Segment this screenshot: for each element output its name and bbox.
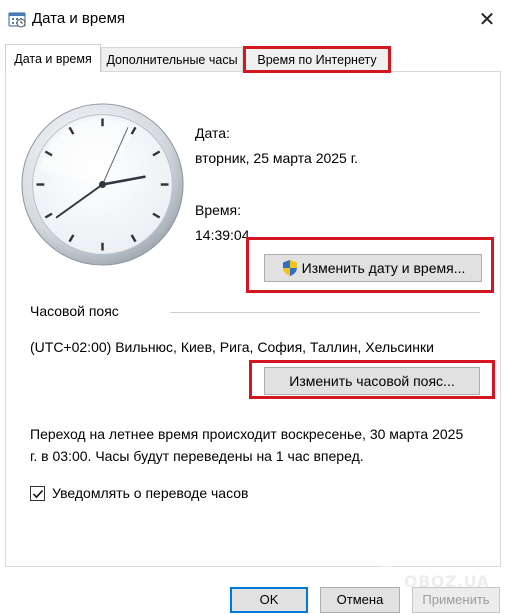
timezone-divider <box>170 312 480 313</box>
cancel-button[interactable]: Отмена <box>320 587 400 613</box>
ok-button[interactable]: OK <box>230 587 308 613</box>
timezone-header: Часовой пояс <box>30 303 119 319</box>
notify-dst-label[interactable]: Уведомлять о переводе часов <box>52 485 248 501</box>
close-button[interactable]: ✕ <box>470 2 504 36</box>
cancel-label: Отмена <box>336 592 384 607</box>
ok-label: OK <box>259 592 279 607</box>
time-value: 14:39:04 <box>195 227 250 243</box>
timezone-value: (UTC+02:00) Вильнюс, Киев, Рига, София, … <box>30 339 434 355</box>
highlight-box-change-timezone <box>249 360 495 399</box>
analog-clock <box>21 103 184 266</box>
tab-label: Дополнительные часы <box>106 53 238 67</box>
apply-button[interactable]: Применить <box>412 587 500 613</box>
window-title: Дата и время <box>32 10 126 27</box>
title-bar: Дата и время ✕ <box>0 0 506 40</box>
tab-date-and-time[interactable]: Дата и время <box>5 44 101 72</box>
close-icon: ✕ <box>478 7 496 31</box>
date-time-control-panel-icon <box>8 12 26 28</box>
highlight-box-change-date-time <box>246 237 494 293</box>
date-value: вторник, 25 марта 2025 г. <box>195 150 359 166</box>
tab-label: Дата и время <box>14 52 92 66</box>
date-label: Дата: <box>195 125 230 141</box>
notify-dst-checkbox[interactable] <box>30 486 45 501</box>
time-label: Время: <box>195 202 242 218</box>
tab-additional-clocks[interactable]: Дополнительные часы <box>101 47 243 71</box>
checkmark-icon <box>32 489 44 499</box>
highlight-box-internet-time-tab <box>243 46 391 73</box>
dst-info-text: Переход на летнее время происходит воскр… <box>30 426 464 464</box>
apply-label: Применить <box>422 592 490 607</box>
